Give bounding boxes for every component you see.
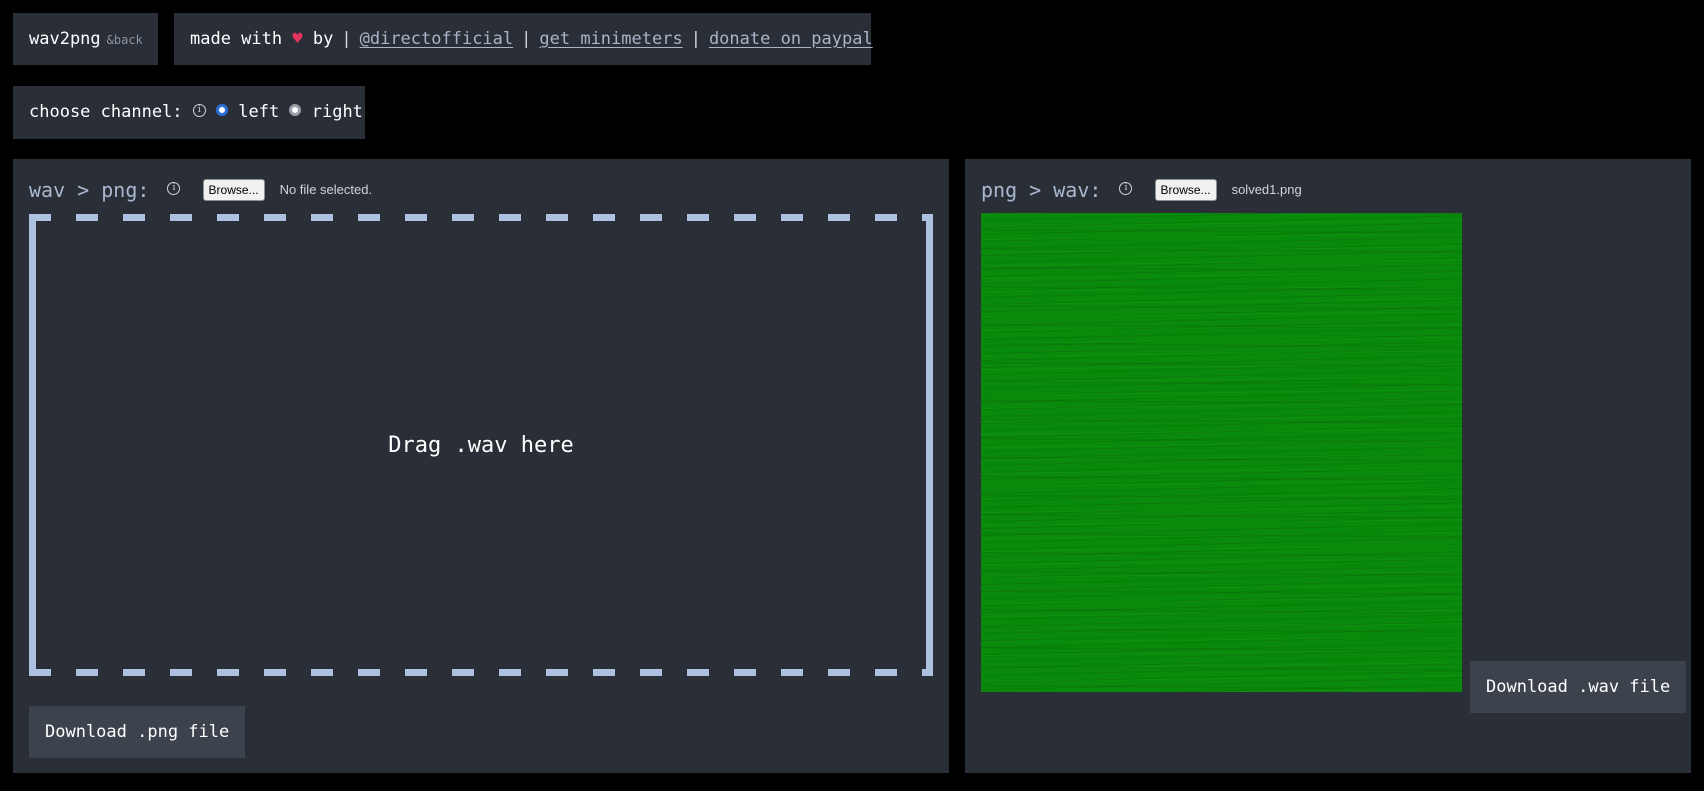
app-name: wav2png xyxy=(29,29,101,49)
png-to-wav-panel: png > wav: i Browse... solved1.png Downl… xyxy=(965,159,1691,773)
wav-to-png-panel: wav > png: i Browse... No file selected.… xyxy=(13,159,949,773)
left-channel-label[interactable]: left xyxy=(238,102,279,122)
wav-to-png-header: wav > png: i Browse... No file selected. xyxy=(29,177,372,203)
panel-title: wav > png: xyxy=(29,178,150,202)
made-with-text: made with xyxy=(190,29,283,49)
paypal-donate-link[interactable]: donate on paypal xyxy=(709,29,873,49)
separator: | xyxy=(341,29,352,49)
credits-bar: made with ♥ by | @directofficial | get minim… xyxy=(174,13,873,65)
minimeters-link[interactable]: get minimeters xyxy=(539,29,682,49)
download-wav-button[interactable]: Download .wav file xyxy=(1470,661,1687,713)
separator: | xyxy=(690,29,701,49)
app-suffix: &back xyxy=(106,33,143,47)
download-png-button[interactable]: Download .png file xyxy=(29,706,246,758)
info-icon[interactable]: i xyxy=(167,182,181,195)
drop-zone-text: Drag .wav here xyxy=(388,432,574,458)
by-text: by xyxy=(312,29,334,49)
directofficial-link[interactable]: @directofficial xyxy=(360,29,514,49)
channel-selector: choose channel: i left right xyxy=(13,86,365,139)
wav-file-status: No file selected. xyxy=(279,181,373,197)
right-channel-radio[interactable] xyxy=(289,104,302,116)
wav-browse-button[interactable]: Browse... xyxy=(202,178,265,201)
left-channel-radio[interactable] xyxy=(216,104,229,116)
png-file-name: solved1.png xyxy=(1231,181,1302,197)
wav-drop-zone[interactable]: Drag .wav here xyxy=(29,214,933,676)
info-icon[interactable]: i xyxy=(192,103,206,117)
channel-label: choose channel: xyxy=(29,102,183,122)
info-icon[interactable]: i xyxy=(1119,182,1133,195)
png-browse-button[interactable]: Browse... xyxy=(1154,178,1217,201)
png-to-wav-header: png > wav: i Browse... solved1.png xyxy=(981,177,1302,203)
panel-title: png > wav: xyxy=(981,178,1102,202)
png-preview-image xyxy=(981,213,1462,692)
separator: | xyxy=(521,29,532,49)
app-brand: wav2png &back xyxy=(13,13,158,65)
right-channel-label[interactable]: right xyxy=(312,102,363,122)
heart-icon: ♥ xyxy=(292,29,303,49)
